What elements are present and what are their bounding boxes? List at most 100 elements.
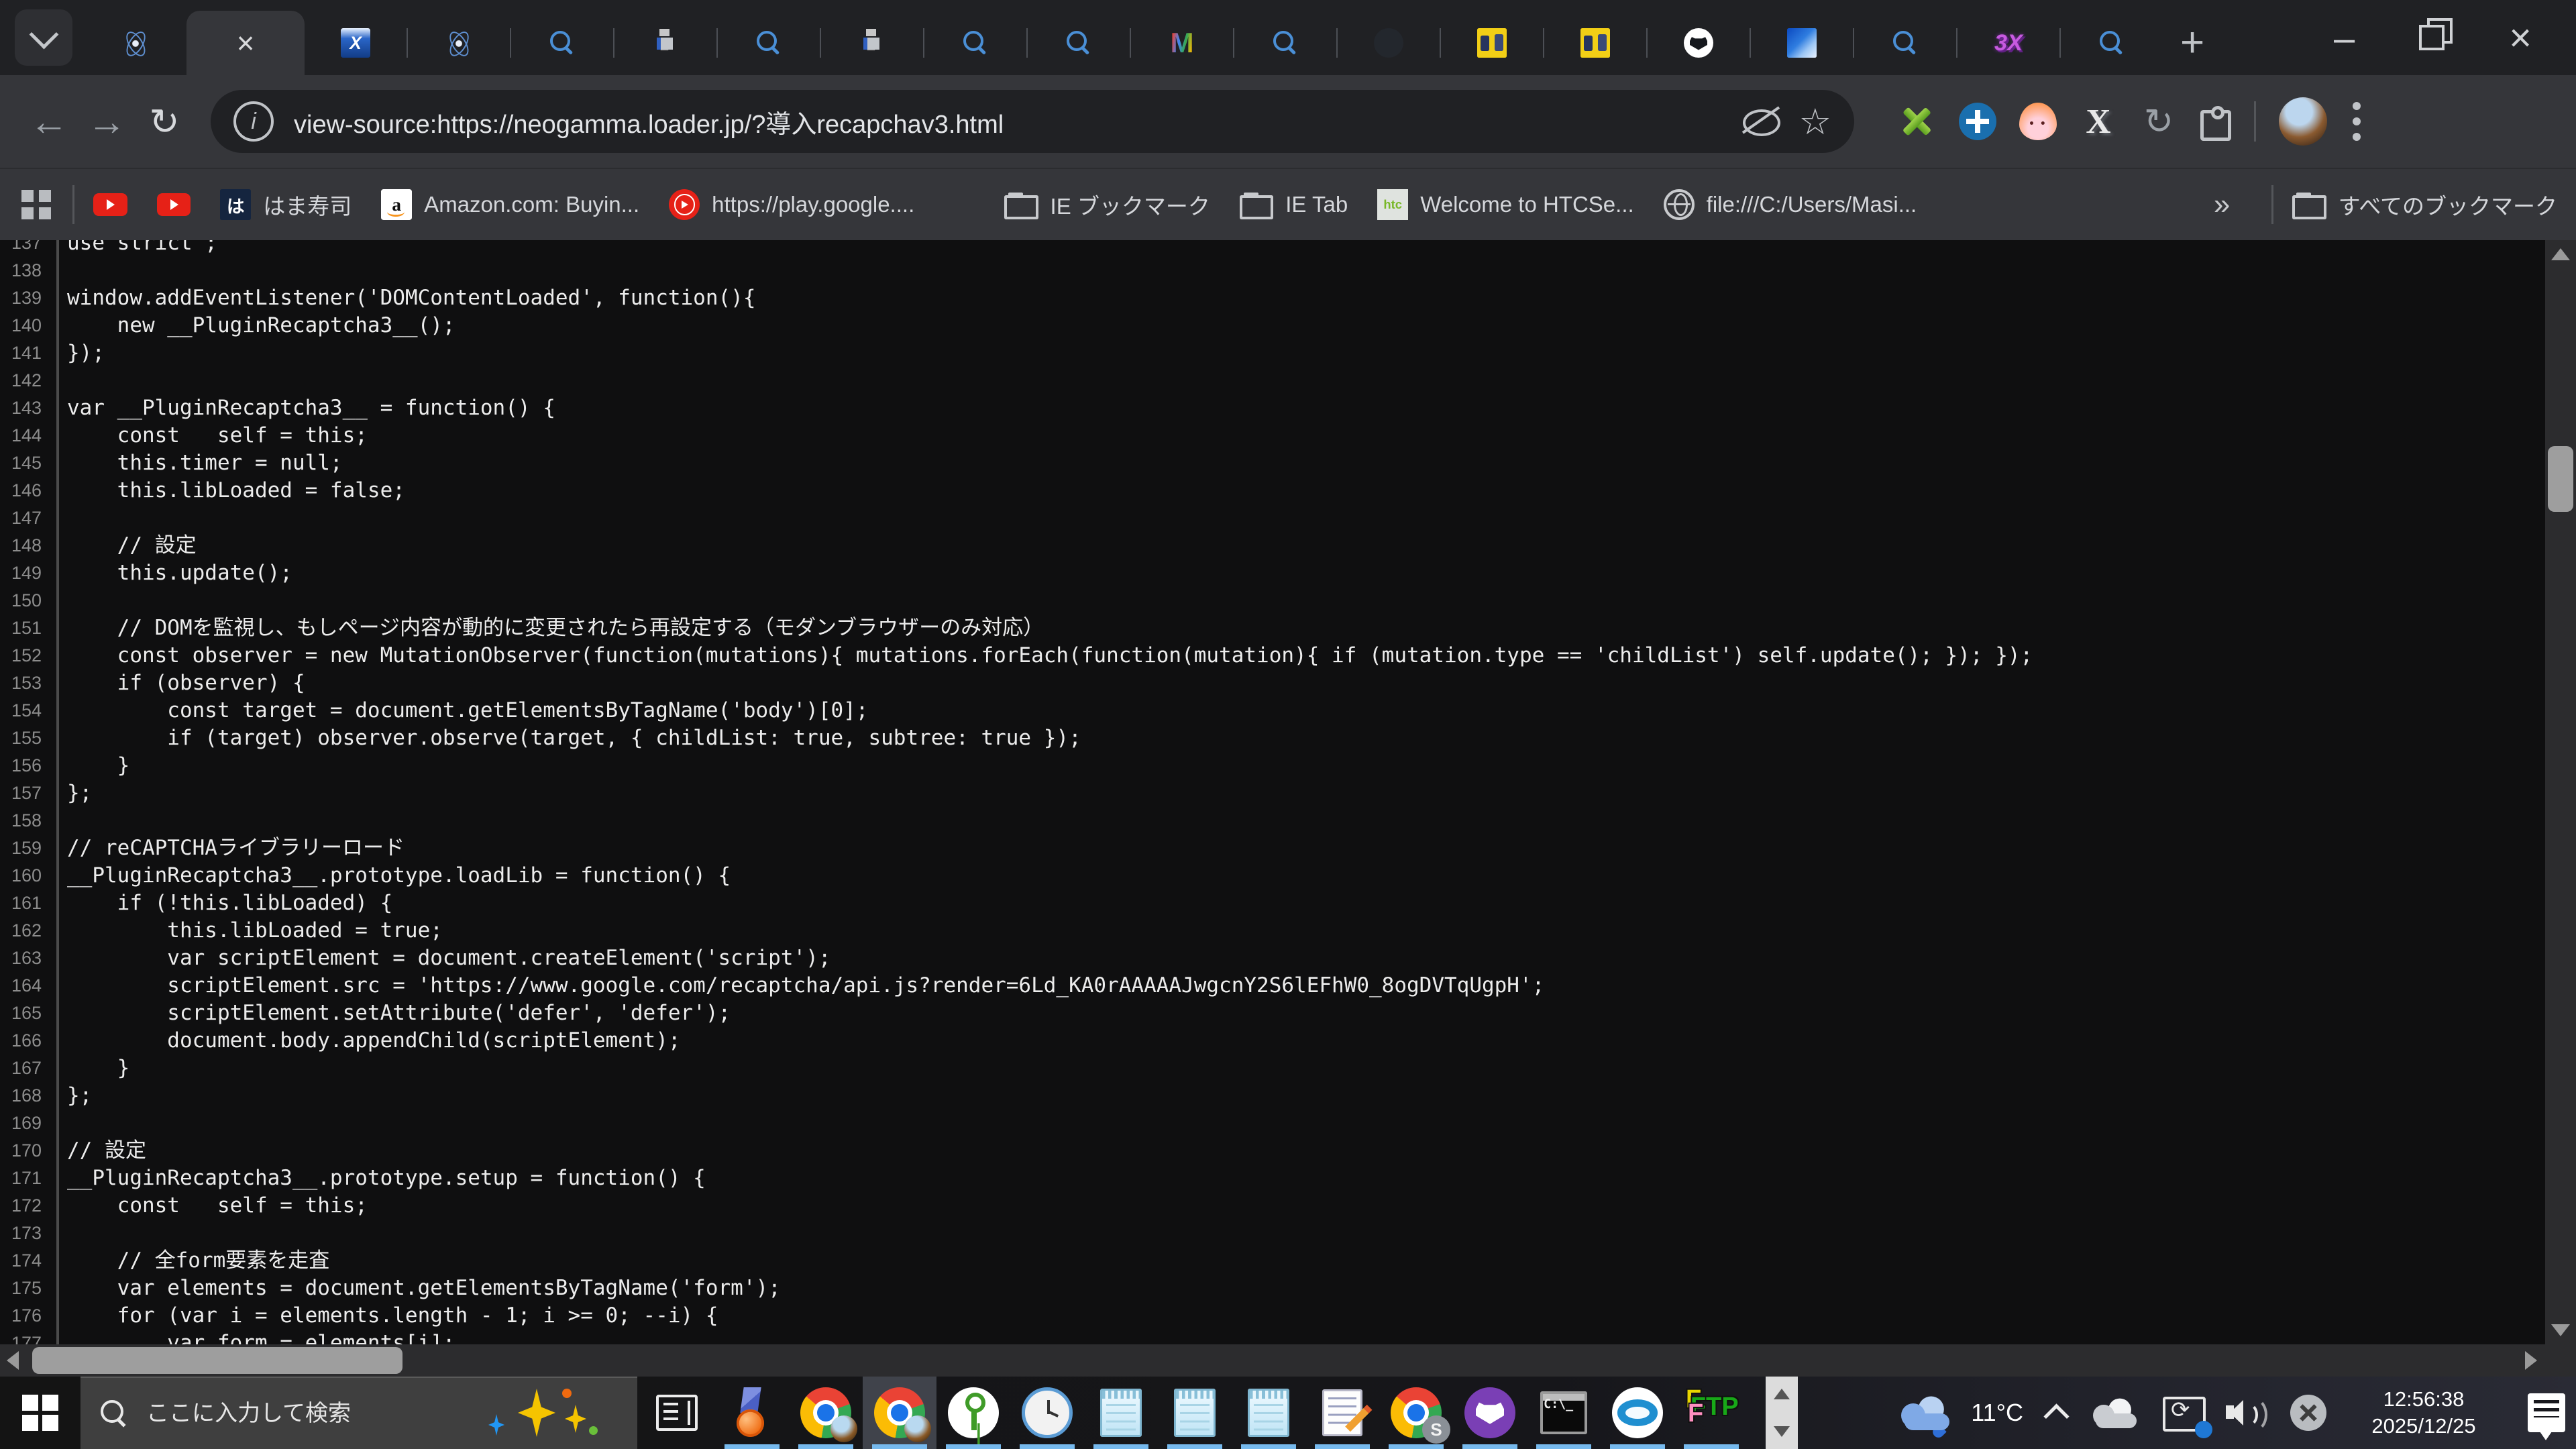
- back-button[interactable]: ←: [20, 93, 78, 150]
- bookmarks-overflow-button[interactable]: »: [2214, 188, 2230, 221]
- scroll-down-arrow[interactable]: [2551, 1324, 2570, 1336]
- x-letter-extension-icon[interactable]: X: [2080, 103, 2117, 140]
- taskbar-scroll-strip[interactable]: [1766, 1377, 1798, 1449]
- bookmark-item[interactable]: [944, 189, 975, 220]
- taskbar-clock[interactable]: 12:56:38 2025/12/25: [2347, 1386, 2501, 1440]
- taskbar-app-sphere[interactable]: [1601, 1377, 1674, 1449]
- onedrive-icon[interactable]: [2090, 1395, 2143, 1430]
- weather-widget[interactable]: 11°C: [1898, 1393, 2023, 1432]
- blue-cross-extension-icon[interactable]: [1959, 103, 1996, 140]
- new-tab-button[interactable]: +: [2180, 19, 2204, 66]
- taskbar-app-notepad[interactable]: [1084, 1377, 1158, 1449]
- green-x-extension-icon[interactable]: [1898, 103, 1936, 140]
- status-circle-x-icon[interactable]: [2290, 1395, 2326, 1431]
- tab-search-button[interactable]: [15, 9, 72, 66]
- scrollbar-corner: [2545, 1344, 2576, 1377]
- tab[interactable]: [1751, 11, 1853, 75]
- taskbar-app-github[interactable]: [1453, 1377, 1527, 1449]
- line-number: 146: [0, 477, 42, 504]
- tab[interactable]: [821, 11, 923, 75]
- taskbar-app-cmd[interactable]: C:\_: [1527, 1377, 1601, 1449]
- forward-button[interactable]: →: [78, 93, 136, 150]
- tab[interactable]: [85, 11, 186, 75]
- scroll-right-arrow[interactable]: [2525, 1351, 2537, 1370]
- tab[interactable]: [1544, 11, 1646, 75]
- x3-favicon-icon: 3X: [1994, 28, 2023, 58]
- tab[interactable]: [511, 11, 613, 75]
- horizontal-scrollbar[interactable]: [0, 1344, 2576, 1377]
- bookmark-item[interactable]: aAmazon.com: Buyin...: [381, 189, 639, 220]
- task-view-button[interactable]: [647, 1377, 707, 1449]
- taskbar-app-ffftp[interactable]: FFTPF: [1674, 1377, 1748, 1449]
- tab[interactable]: [408, 11, 510, 75]
- tab[interactable]: [1648, 11, 1750, 75]
- source-line: 174 // 全form要素を走査: [0, 1247, 2545, 1275]
- tray-overflow-chevron[interactable]: [2043, 1399, 2070, 1426]
- start-button[interactable]: [0, 1377, 80, 1449]
- all-bookmarks-folder[interactable]: すべてのブックマーク: [2292, 189, 2557, 221]
- source-line: 165 scriptElement.setAttribute('defer', …: [0, 1000, 2545, 1027]
- bookmark-item[interactable]: https://play.google....: [669, 189, 914, 220]
- bookmark-item[interactable]: [93, 193, 127, 217]
- display-sync-icon[interactable]: ⟳: [2163, 1397, 2206, 1432]
- url-text[interactable]: view-source:https://neogamma.loader.jp/?…: [294, 103, 1735, 140]
- bookmark-item[interactable]: [157, 193, 191, 217]
- tab[interactable]: [1854, 11, 1956, 75]
- tab[interactable]: [1234, 11, 1336, 75]
- tab[interactable]: 3X: [1957, 11, 2059, 75]
- tab[interactable]: [718, 11, 820, 75]
- minimize-button[interactable]: –: [2334, 16, 2355, 60]
- vertical-scrollbar[interactable]: [2545, 240, 2576, 1344]
- apps-grid-icon[interactable]: [19, 187, 54, 222]
- tab-close-icon[interactable]: ×: [237, 28, 255, 58]
- bookmark-item[interactable]: ははま寿司: [220, 189, 352, 221]
- scroll-left-arrow[interactable]: [7, 1351, 19, 1370]
- active-tab[interactable]: ×: [186, 11, 305, 75]
- flame-extension-icon[interactable]: [2019, 103, 2057, 140]
- tab[interactable]: [1338, 11, 1440, 75]
- notification-center-icon[interactable]: [2528, 1393, 2565, 1432]
- taskbar-app-chrome[interactable]: S: [1379, 1377, 1453, 1449]
- taskbar-app-medal[interactable]: [715, 1377, 789, 1449]
- vertical-scrollbar-thumb[interactable]: [2548, 446, 2573, 512]
- close-window-button[interactable]: ×: [2509, 15, 2532, 60]
- bookmark-item[interactable]: htcWelcome to HTCSe...: [1377, 189, 1633, 220]
- extensions-puzzle-icon[interactable]: [2200, 110, 2231, 141]
- profile-avatar[interactable]: [2279, 97, 2327, 146]
- terapad-icon: [1322, 1389, 1362, 1436]
- taskbar-app-notepad[interactable]: [1158, 1377, 1232, 1449]
- tab[interactable]: [1441, 11, 1543, 75]
- taskbar-app-clock[interactable]: [1010, 1377, 1084, 1449]
- page-info-icon[interactable]: i: [233, 101, 274, 142]
- taskbar-app-key[interactable]: [936, 1377, 1010, 1449]
- taskbar-search-box[interactable]: [80, 1377, 637, 1449]
- bookmark-item[interactable]: IE Tab: [1240, 190, 1348, 220]
- bookmark-item[interactable]: IE ブックマーク: [1004, 189, 1210, 221]
- tab[interactable]: [924, 11, 1026, 75]
- bookmark-item[interactable]: file:///C:/Users/Masi...: [1664, 189, 1917, 220]
- taskbar-app-chrome[interactable]: [863, 1377, 936, 1449]
- search-input[interactable]: [145, 1400, 443, 1428]
- source-line: 159// reCAPTCHAライブラリーロード: [0, 835, 2545, 862]
- recycle-extension-icon[interactable]: ↻: [2140, 103, 2178, 140]
- taskbar-app-notepad[interactable]: [1232, 1377, 1305, 1449]
- tab[interactable]: X: [305, 11, 407, 75]
- tab[interactable]: [1028, 11, 1130, 75]
- menu-kebab-icon[interactable]: [2350, 98, 2363, 145]
- profile-badge: [904, 1415, 931, 1442]
- restore-button[interactable]: [2419, 25, 2445, 50]
- address-bar[interactable]: i view-source:https://neogamma.loader.jp…: [211, 90, 1854, 153]
- eye-slash-icon[interactable]: [1741, 104, 1782, 139]
- taskbar-app-terapad[interactable]: [1305, 1377, 1379, 1449]
- scroll-up-arrow[interactable]: [2551, 248, 2570, 260]
- volume-icon[interactable]: [2226, 1395, 2270, 1431]
- reload-button[interactable]: ↻: [136, 93, 193, 150]
- tab[interactable]: [2061, 11, 2163, 75]
- gmail-icon: [944, 189, 975, 220]
- tab[interactable]: [614, 11, 716, 75]
- taskbar-app-chrome[interactable]: [789, 1377, 863, 1449]
- horizontal-scrollbar-thumb[interactable]: [32, 1347, 402, 1374]
- bookmark-star-icon[interactable]: ☆: [1799, 101, 1831, 143]
- gmail-favicon-icon: M: [1167, 28, 1197, 58]
- tab[interactable]: M: [1131, 11, 1233, 75]
